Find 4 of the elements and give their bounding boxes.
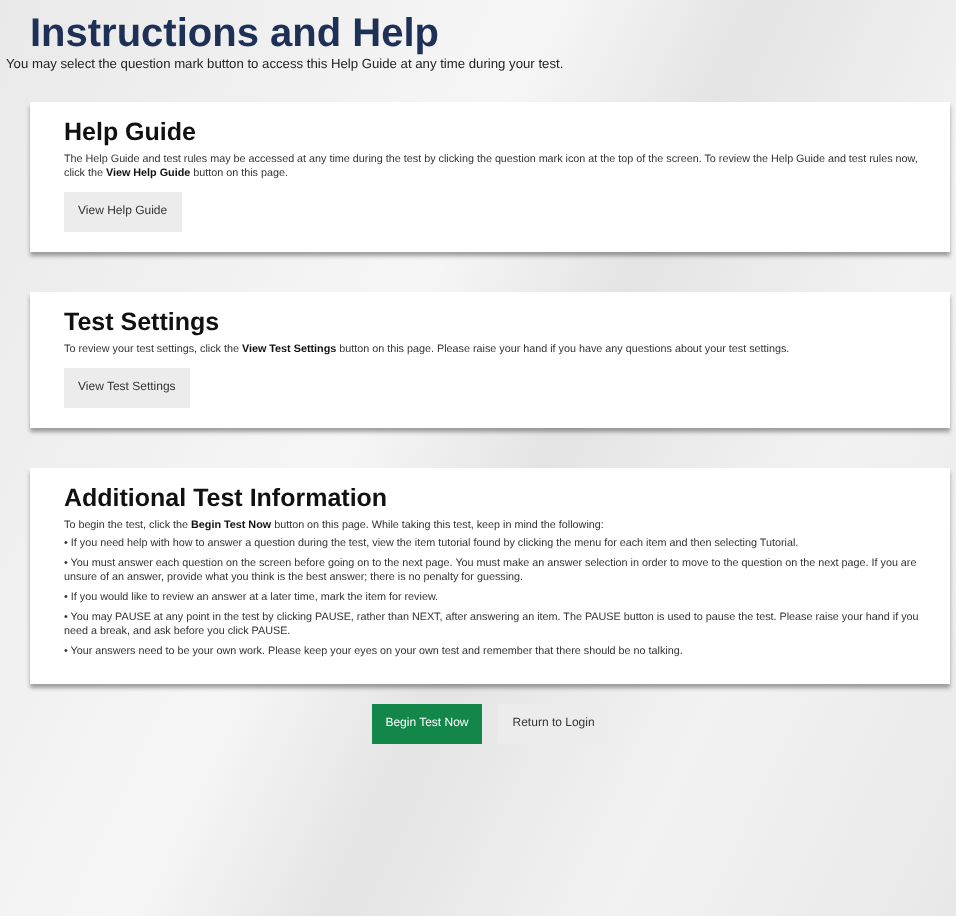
section-heading: Help Guide <box>64 118 196 148</box>
page-title: Instructions and Help <box>30 12 441 56</box>
section-heading: Additional Test Information <box>64 483 388 514</box>
section-heading: Test Settings <box>64 307 220 338</box>
